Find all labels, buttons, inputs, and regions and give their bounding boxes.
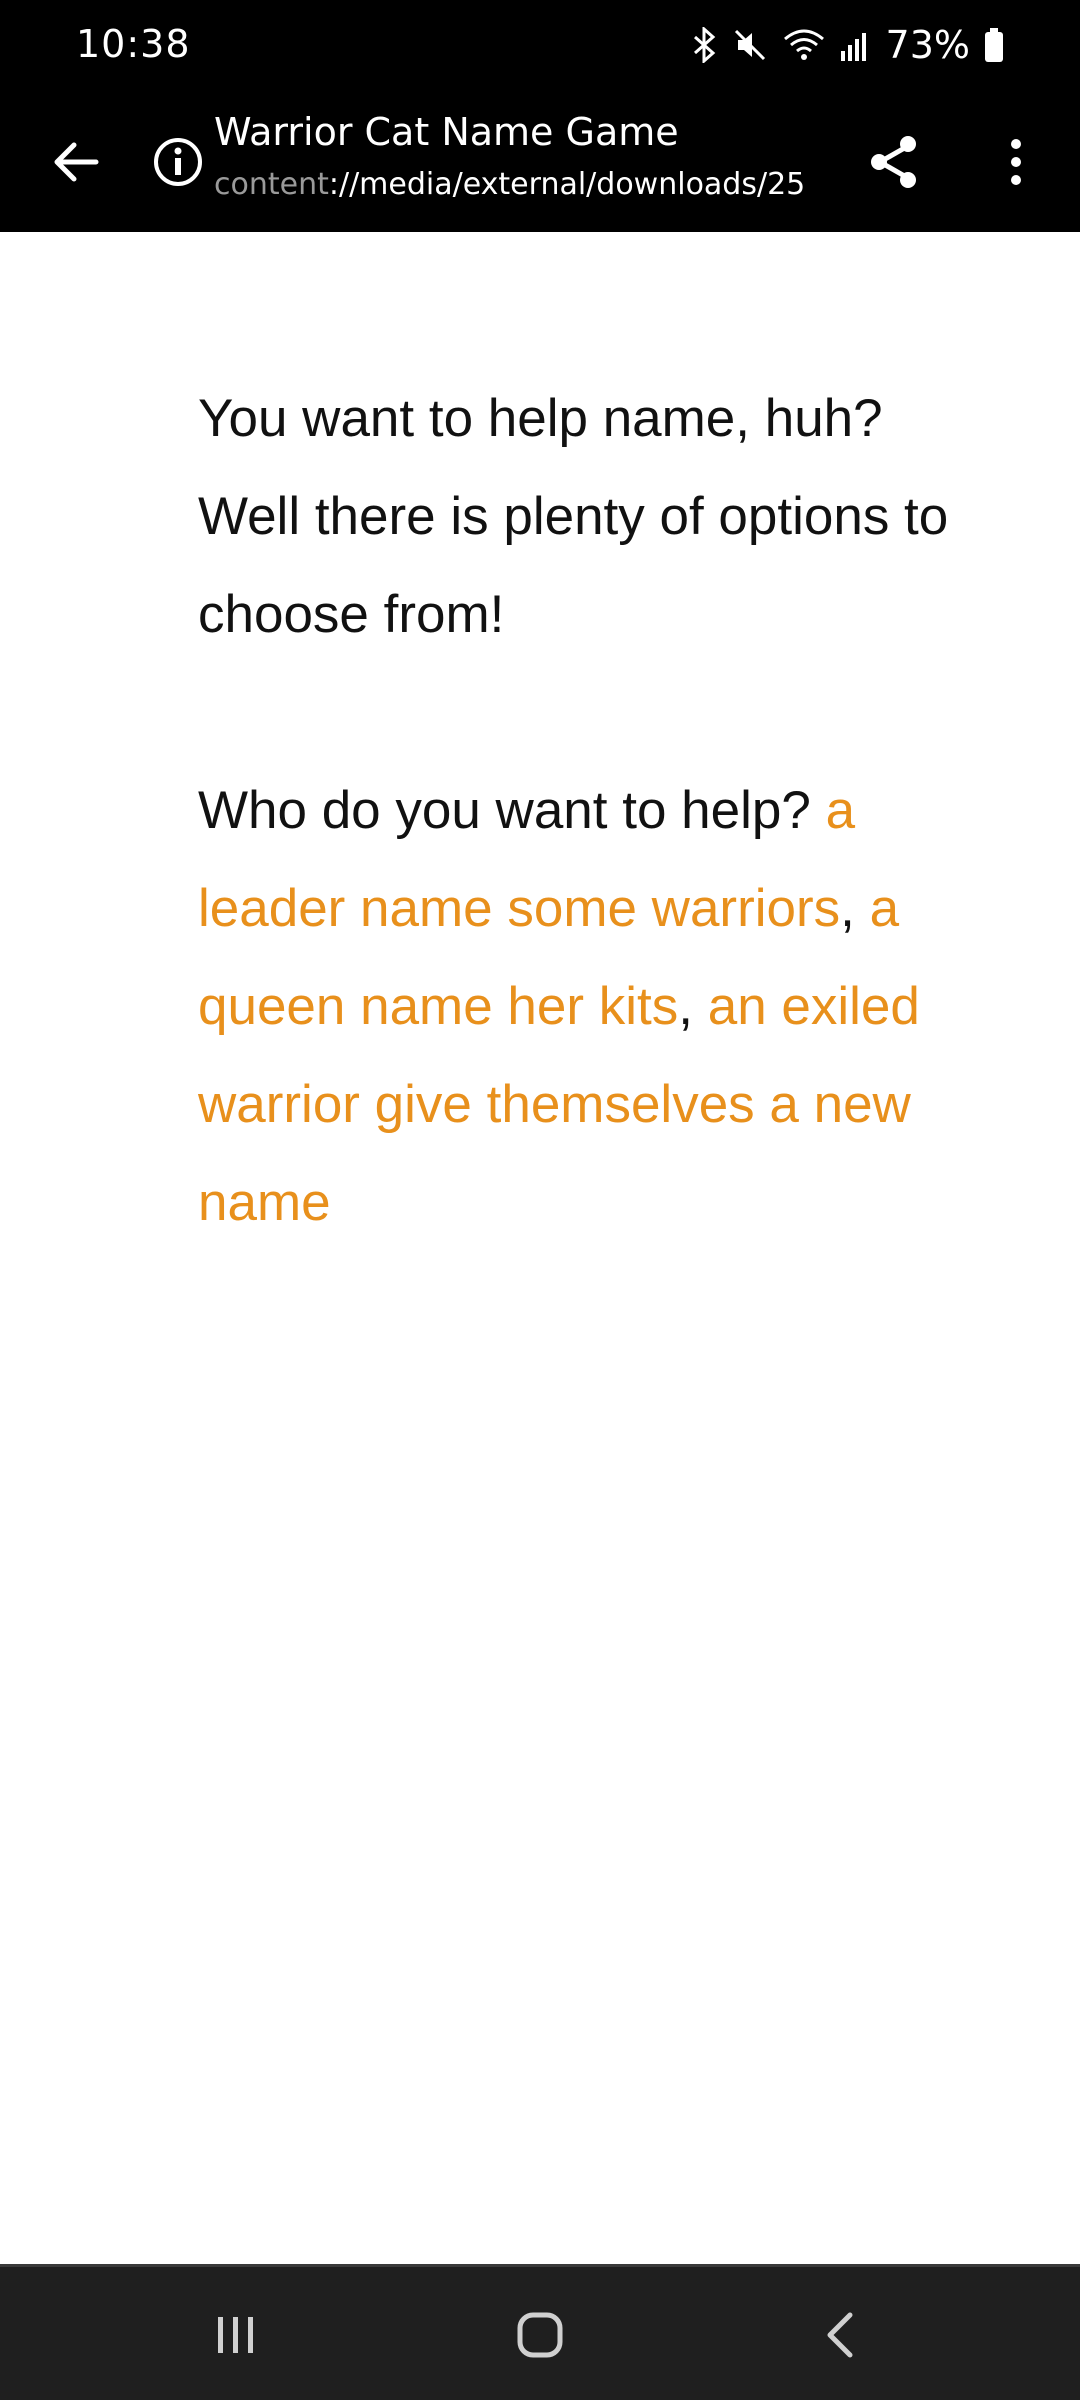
back-icon bbox=[827, 2312, 853, 2358]
url-scheme: content bbox=[214, 167, 329, 202]
share-icon bbox=[871, 136, 916, 188]
url-path: ://media/external/downloads/25 bbox=[328, 167, 806, 202]
home-icon bbox=[517, 2312, 563, 2358]
mute-icon bbox=[734, 29, 765, 61]
wifi-icon bbox=[783, 29, 824, 60]
navigation-bar bbox=[0, 2264, 1080, 2400]
bluetooth-icon bbox=[693, 27, 715, 63]
app-bar: Warrior Cat Name Game content://media/ex… bbox=[0, 92, 1080, 232]
page-title: Warrior Cat Name Game bbox=[214, 110, 679, 154]
status-time: 10:38 bbox=[76, 22, 191, 66]
home-button[interactable] bbox=[480, 2295, 600, 2375]
recents-button[interactable] bbox=[176, 2295, 296, 2375]
share-button[interactable] bbox=[852, 120, 936, 204]
more-options-button[interactable] bbox=[976, 120, 1056, 204]
more-vert-icon bbox=[1011, 139, 1021, 185]
info-icon bbox=[154, 138, 202, 186]
choice-separator: , bbox=[840, 879, 855, 938]
back-button[interactable] bbox=[36, 122, 116, 202]
story-content: You want to help name, huh? Well there i… bbox=[198, 370, 968, 1252]
info-button[interactable] bbox=[138, 122, 218, 202]
choice-separator: , bbox=[678, 977, 693, 1036]
page-url: content://media/external/downloads/25 bbox=[214, 162, 834, 208]
choice-prompt: Who do you want to help? bbox=[198, 781, 811, 840]
back-arrow-icon bbox=[54, 142, 99, 182]
story-paragraph: You want to help name, huh? Well there i… bbox=[198, 389, 949, 644]
recents-icon bbox=[218, 2317, 253, 2353]
signal-icon bbox=[840, 33, 866, 61]
nav-back-button[interactable] bbox=[780, 2295, 900, 2375]
status-icons: 73% bbox=[692, 20, 1004, 70]
battery-percent: 73% bbox=[885, 23, 970, 67]
battery-icon bbox=[985, 28, 1003, 62]
choice-paragraph: Who do you want to help? a leader name s… bbox=[198, 762, 968, 1252]
title-block: Warrior Cat Name Game content://media/ex… bbox=[214, 108, 834, 208]
status-bar: 10:38 73% bbox=[0, 0, 1080, 92]
